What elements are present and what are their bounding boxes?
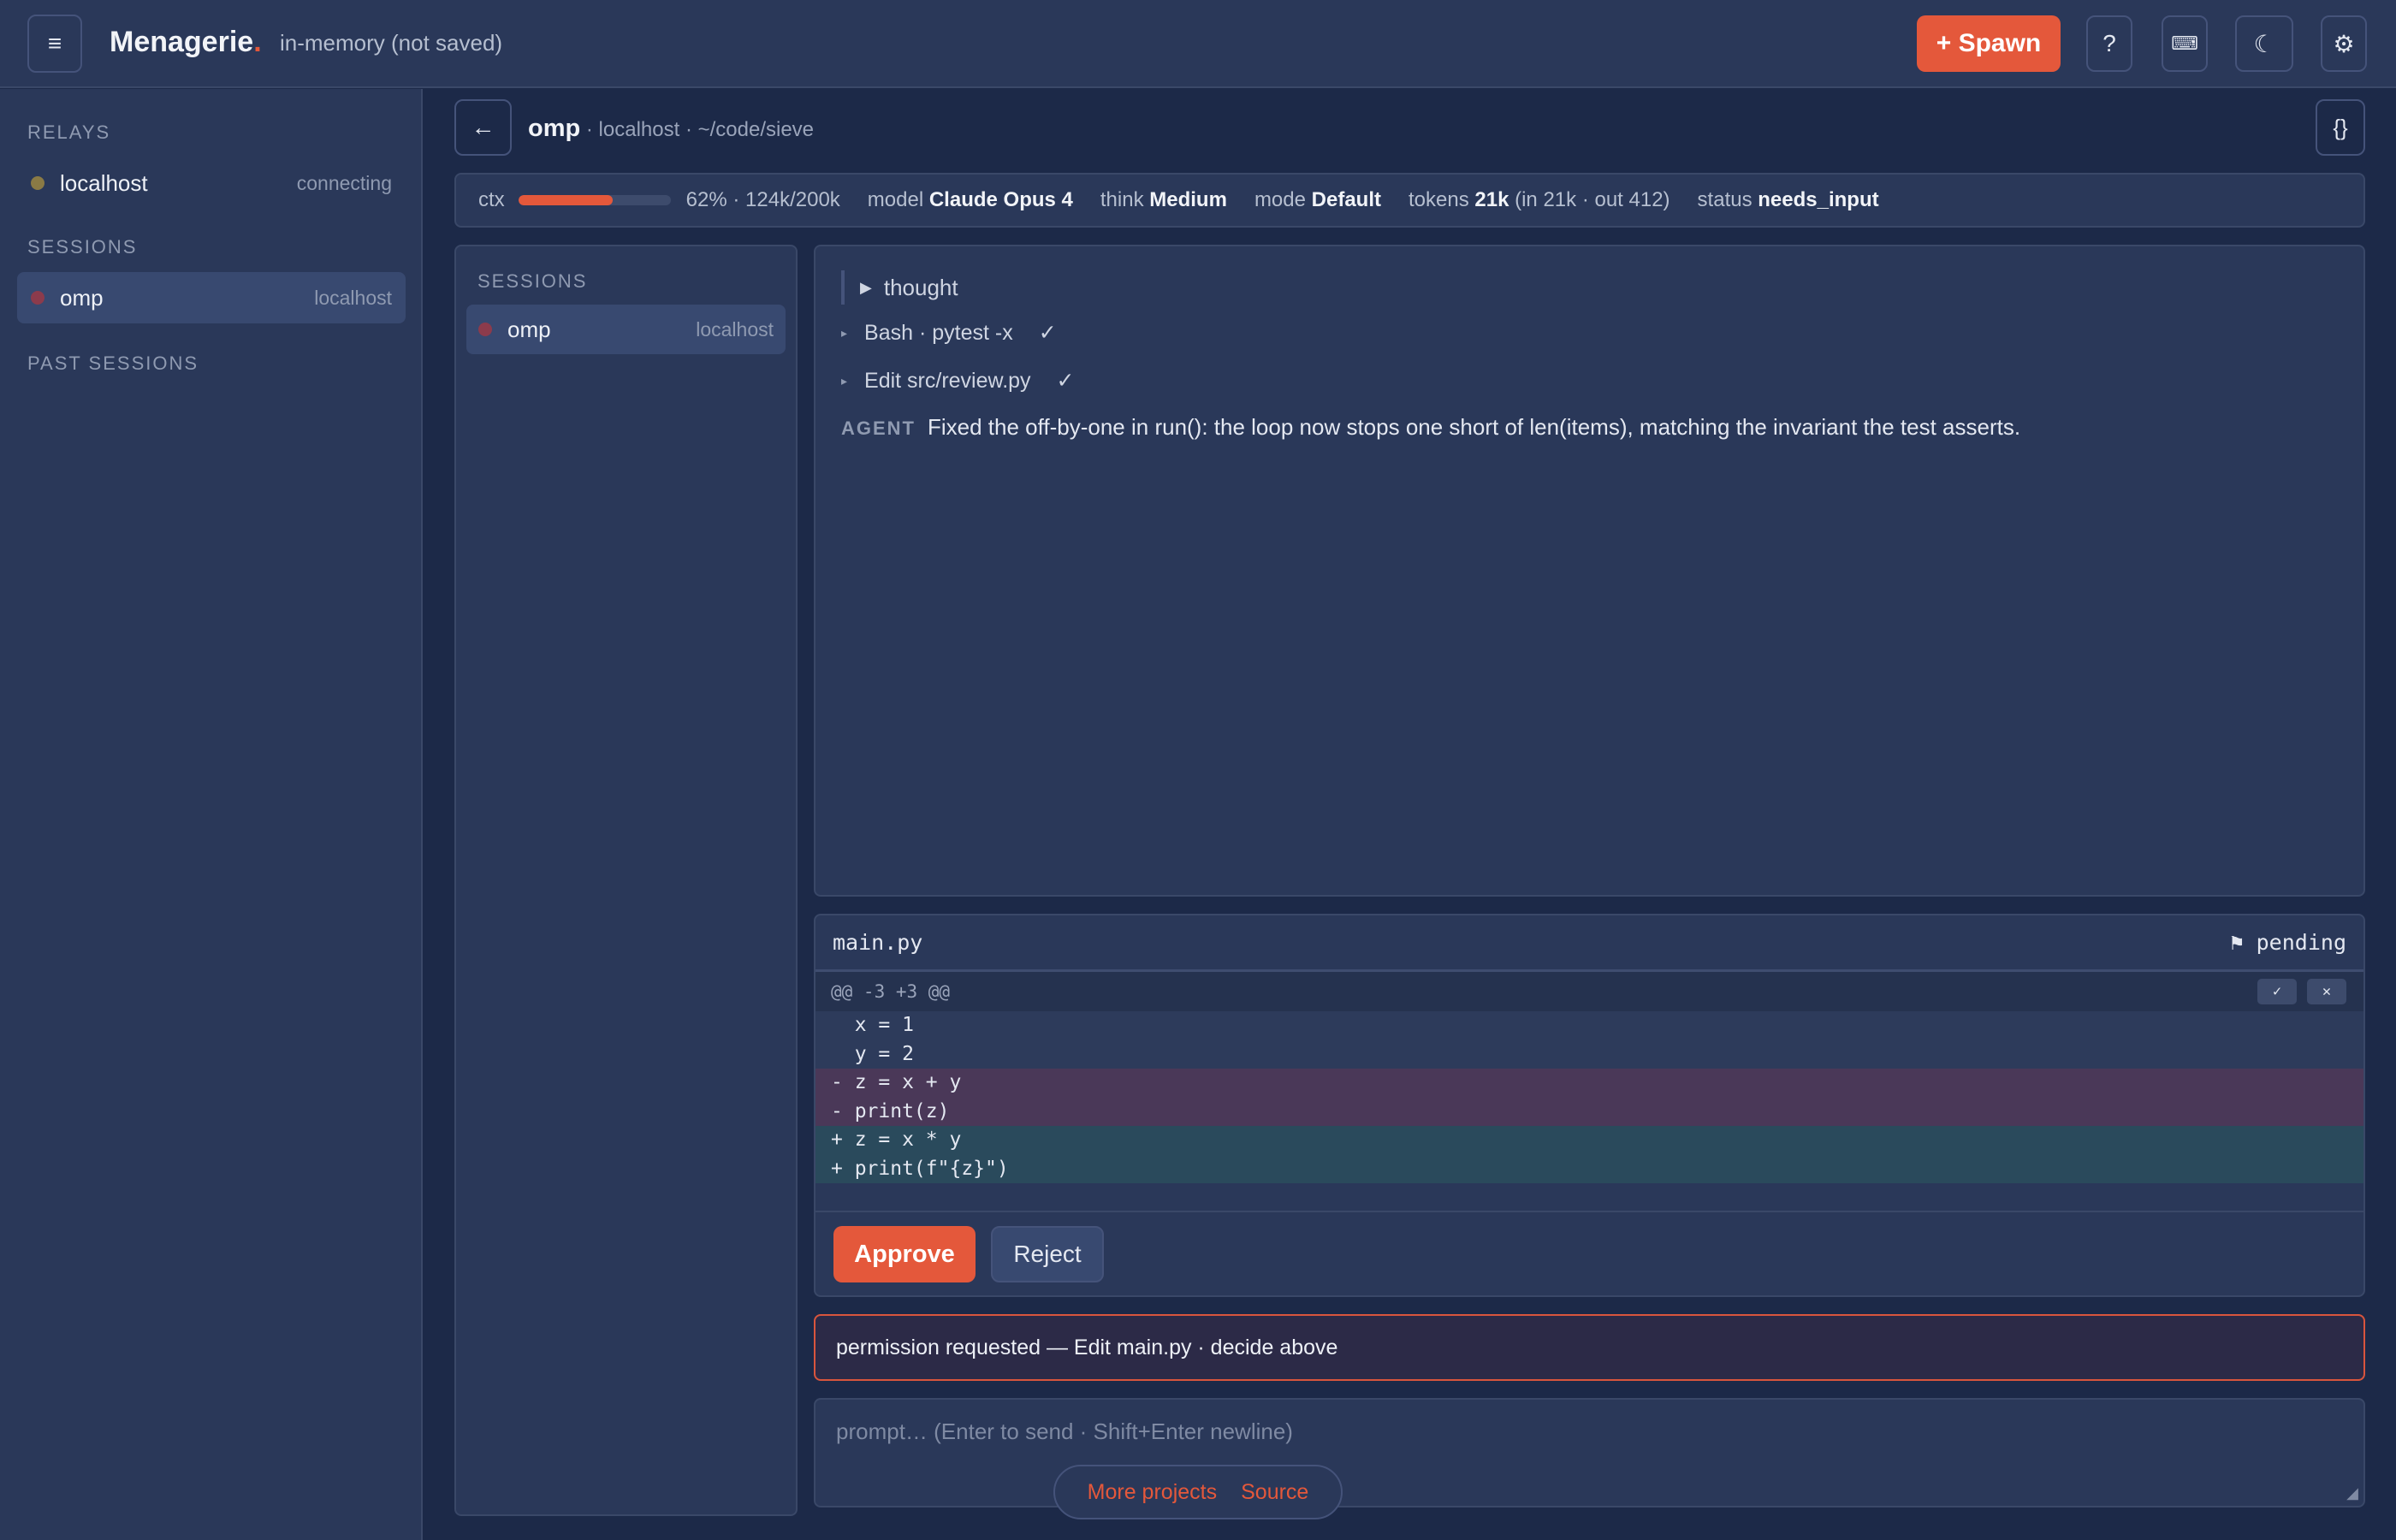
check-icon: ✓ xyxy=(1056,369,1075,393)
agent-label: AGENT xyxy=(841,418,916,439)
session-breadcrumb: omp · localhost · ~/code/sieve xyxy=(528,115,814,143)
relay-name: localhost xyxy=(60,169,148,196)
hunk-range: @@ -3 +3 @@ xyxy=(831,981,951,1002)
diff-filename: main.py xyxy=(833,930,923,955)
menu-icon[interactable]: ≡ xyxy=(27,15,82,73)
moon-icon[interactable]: ☾ xyxy=(2235,15,2293,72)
storage-status: in-memory (not saved) xyxy=(280,30,503,56)
status-bar: ctx 62% · 124k/200k model Claude Opus 4 … xyxy=(454,173,2365,228)
expand-triangle-icon: ▸ xyxy=(841,325,848,340)
tool-call-label: Bash · pytest -x xyxy=(864,320,1013,345)
ctx-value: 62% · 124k/200k xyxy=(685,188,840,211)
hunk-header: @@ -3 +3 @@ ✓ ✕ xyxy=(815,972,2363,1011)
relay-status: connecting xyxy=(296,171,392,194)
diff-line-removed: - z = x + y xyxy=(815,1069,2363,1098)
reject-hunk-icon[interactable]: ✕ xyxy=(2307,979,2346,1004)
gear-icon[interactable]: ⚙ xyxy=(2321,15,2367,72)
expand-triangle-icon: ▶ xyxy=(860,278,872,296)
diff-line-added: + print(f"{z}") xyxy=(815,1154,2363,1183)
context-progress-fill xyxy=(518,195,614,205)
app-title: Menagerie. xyxy=(110,26,262,58)
approve-button[interactable]: Approve xyxy=(833,1226,976,1282)
spawn-button[interactable]: + Spawn xyxy=(1917,15,2061,72)
source-link[interactable]: Source xyxy=(1241,1480,1308,1505)
session-name: omp xyxy=(507,316,551,342)
diff-panel: main.py ⚑ pending @@ -3 +3 @@ ✓ ✕ x = 1 y… xyxy=(814,914,2365,1297)
diff-line-added: + z = x * y xyxy=(815,1126,2363,1155)
session-path: · localhost · ~/code/sieve xyxy=(580,118,815,141)
conversation-panel: ▶ thought ▸ Bash · pytest -x ✓ ▸ Edit sr… xyxy=(814,245,2365,897)
context-progress-bar xyxy=(518,195,671,205)
thought-label: thought xyxy=(883,274,958,300)
divider xyxy=(815,1211,2363,1212)
footer-links: More projects Source xyxy=(1053,1465,1343,1519)
sessions-heading: SESSIONS xyxy=(27,236,138,258)
help-button[interactable]: ? xyxy=(2086,15,2132,72)
agent-text: Fixed the off-by-one in run(): the loop … xyxy=(928,414,2021,440)
sessions-panel: SESSIONS omp localhost xyxy=(454,245,798,1516)
back-button[interactable]: ← xyxy=(454,99,512,156)
tool-call-label: Edit src/review.py xyxy=(864,368,1031,393)
sidebar-session-omp[interactable]: omp localhost xyxy=(17,272,406,323)
diff-line: x = 1 xyxy=(815,1011,2363,1040)
session-title: omp xyxy=(528,115,581,142)
tokens-info: tokens 21k (in 21k · out 412) xyxy=(1409,188,1670,211)
agent-message: AGENT Fixed the off-by-one in run(): the… xyxy=(841,414,2020,441)
panel-session-omp[interactable]: omp localhost xyxy=(466,305,786,354)
session-status-dot xyxy=(31,291,44,305)
session-host: localhost xyxy=(696,317,774,341)
past-sessions-heading[interactable]: PAST SESSIONS xyxy=(27,352,199,375)
expand-triangle-icon: ▸ xyxy=(841,373,848,388)
diff-header: main.py ⚑ pending xyxy=(815,915,2363,972)
session-name: omp xyxy=(60,284,104,311)
sessions-panel-heading: SESSIONS xyxy=(477,270,588,292)
permission-text: permission requested — Edit main.py · de… xyxy=(836,1335,1338,1359)
relay-status-dot xyxy=(31,176,44,190)
thought-toggle[interactable]: ▶ thought xyxy=(841,270,958,305)
prompt-placeholder: prompt… (Enter to send · Shift+Enter new… xyxy=(836,1419,1293,1444)
more-projects-link[interactable]: More projects xyxy=(1088,1480,1217,1505)
permission-banner: permission requested — Edit main.py · de… xyxy=(814,1314,2365,1381)
resize-handle-icon[interactable]: ◢ xyxy=(2346,1484,2358,1502)
relays-heading: RELAYS xyxy=(27,121,111,143)
keyboard-icon[interactable]: ⌨ xyxy=(2162,15,2208,72)
diff-line-removed: - print(z) xyxy=(815,1097,2363,1126)
relay-item-localhost[interactable]: localhost connecting xyxy=(17,157,406,209)
mode-info: mode Default xyxy=(1254,188,1381,211)
session-host: localhost xyxy=(314,286,392,309)
model-info: model Claude Opus 4 xyxy=(867,188,1073,211)
diff-status: ⚑ pending xyxy=(2230,930,2346,955)
prompt-input[interactable]: prompt… (Enter to send · Shift+Enter new… xyxy=(814,1398,2365,1507)
tool-call-edit[interactable]: ▸ Edit src/review.py ✓ xyxy=(841,368,1075,394)
sidebar: RELAYS localhost connecting SESSIONS omp… xyxy=(0,89,423,1540)
accept-hunk-icon[interactable]: ✓ xyxy=(2257,979,2297,1004)
ctx-label: ctx xyxy=(478,188,505,211)
top-bar: ≡ Menagerie. in-memory (not saved) + Spa… xyxy=(0,0,2396,88)
think-info: think Medium xyxy=(1100,188,1227,211)
diff-line: y = 2 xyxy=(815,1040,2363,1069)
json-view-button[interactable]: {} xyxy=(2316,99,2365,156)
tool-call-bash[interactable]: ▸ Bash · pytest -x ✓ xyxy=(841,320,1057,346)
status-info: status needs_input xyxy=(1697,188,1879,211)
session-status-dot xyxy=(478,323,492,336)
reject-button[interactable]: Reject xyxy=(991,1226,1104,1282)
check-icon: ✓ xyxy=(1038,321,1057,345)
